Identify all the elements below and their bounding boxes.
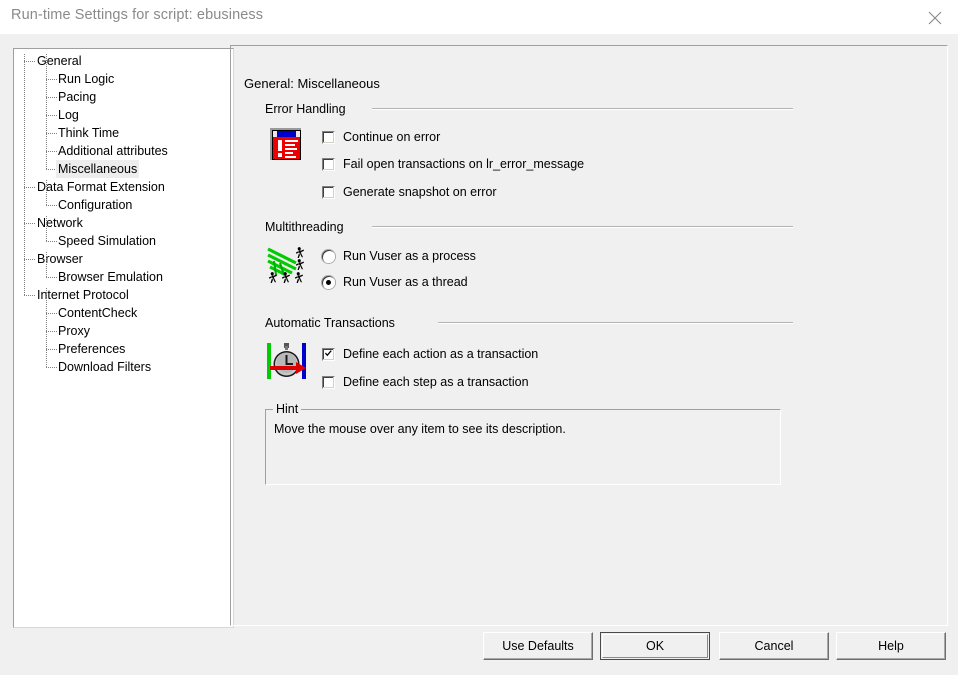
- running-threads-icon: [266, 245, 308, 290]
- tree-item-label: Run Logic: [58, 72, 115, 86]
- tree-item-label: Speed Simulation: [58, 234, 156, 248]
- use-defaults-button[interactable]: Use Defaults: [483, 632, 593, 660]
- radio-run-vuser-as-thread-button[interactable]: [322, 276, 335, 289]
- ok-button[interactable]: OK: [600, 632, 710, 660]
- checkbox-define-step-as-transaction-box[interactable]: [322, 376, 335, 389]
- tree-item-label: Browser Emulation: [58, 270, 163, 284]
- cancel-button[interactable]: Cancel: [719, 632, 829, 660]
- tree-item-label: Download Filters: [58, 360, 152, 374]
- tree-item-label: Miscellaneous: [56, 160, 140, 178]
- close-icon-glyph: [928, 11, 942, 25]
- tree-item-label: Think Time: [58, 126, 120, 140]
- tree-connector-horizontal: [24, 187, 35, 188]
- ok-button-label: OK: [602, 634, 708, 658]
- checkbox-generate-snapshot-box[interactable]: [322, 186, 335, 199]
- tree-connector-horizontal: [24, 223, 35, 224]
- hint-title: Hint: [273, 403, 302, 416]
- checkbox-define-action-as-transaction-box[interactable]: [322, 348, 335, 361]
- close-icon[interactable]: [912, 0, 958, 34]
- tree-connector-vertical: [24, 54, 25, 295]
- tree-connector-horizontal: [24, 259, 35, 260]
- tree-connector-horizontal: [24, 61, 35, 62]
- tree-item-label: Network: [37, 216, 83, 230]
- section-title-automatic-transactions: Automatic Transactions: [265, 316, 395, 330]
- tree-item-label: Browser: [37, 252, 83, 266]
- window-title-bar: Run-time Settings for script: ebusiness: [0, 0, 958, 35]
- tree-item-label: ContentCheck: [58, 306, 138, 320]
- section-title-multithreading: Multithreading: [265, 220, 344, 234]
- hint-text: Move the mouse over any item to see its …: [274, 422, 566, 436]
- main-group-box-border: [230, 45, 948, 626]
- tree-connector-vertical: [46, 252, 47, 277]
- main-group-box: [230, 45, 948, 626]
- window-title: Run-time Settings for script: ebusiness: [11, 7, 264, 23]
- checkbox-generate-snapshot-label: Generate snapshot on error: [343, 185, 497, 199]
- tree-item-label: Pacing: [58, 90, 97, 104]
- section-rule-automatic-transactions: [438, 322, 793, 324]
- section-rule-error-handling: [372, 108, 793, 110]
- checkbox-define-step-as-transaction-label: Define each step as a transaction: [343, 375, 529, 389]
- tree-item-label: Additional attributes: [58, 144, 168, 158]
- checkbox-continue-on-error-label: Continue on error: [343, 130, 441, 144]
- radio-run-vuser-as-process-label: Run Vuser as a process: [343, 249, 476, 263]
- hint-group-box: [265, 409, 781, 485]
- page-title: General: Miscellaneous: [240, 77, 384, 91]
- tree-item-label: Configuration: [58, 198, 133, 212]
- checkbox-fail-open-transactions-label: Fail open transactions on lr_error_messa…: [343, 157, 585, 171]
- tree-item-label: Internet Protocol: [37, 288, 129, 302]
- error-document-icon: [269, 126, 305, 165]
- tree-item-label: Preferences: [58, 342, 126, 356]
- tree-connector-horizontal: [24, 295, 35, 296]
- check-mark-icon: [325, 350, 332, 357]
- tree-connector-vertical: [46, 216, 47, 241]
- tree-item-label: General: [37, 54, 82, 68]
- tree-connector-vertical: [46, 54, 47, 169]
- section-rule-multithreading: [372, 226, 793, 228]
- stopwatch-icon: [266, 341, 308, 386]
- section-title-error-handling: Error Handling: [265, 102, 346, 116]
- tree-item-label: Data Format Extension: [37, 180, 165, 194]
- tree-connector-vertical: [46, 288, 47, 367]
- radio-run-vuser-as-process-button[interactable]: [322, 250, 335, 263]
- hint-group-box-border: [265, 409, 781, 485]
- checkbox-define-action-as-transaction-label: Define each action as a transaction: [343, 347, 539, 361]
- settings-tree[interactable]: General Run Logic Pacing Log Think Time Addit…: [13, 48, 234, 628]
- help-button[interactable]: Help: [836, 632, 946, 660]
- checkbox-fail-open-transactions-box[interactable]: [322, 158, 335, 171]
- tree-connector-vertical: [46, 180, 47, 205]
- dialog-body: General Run Logic Pacing Log Think Time Addit…: [0, 34, 958, 675]
- radio-run-vuser-as-thread-label: Run Vuser as a thread: [343, 275, 468, 289]
- tree-item-label: Proxy: [58, 324, 90, 338]
- tree-item-label: Log: [58, 108, 79, 122]
- checkbox-continue-on-error-box[interactable]: [322, 131, 335, 144]
